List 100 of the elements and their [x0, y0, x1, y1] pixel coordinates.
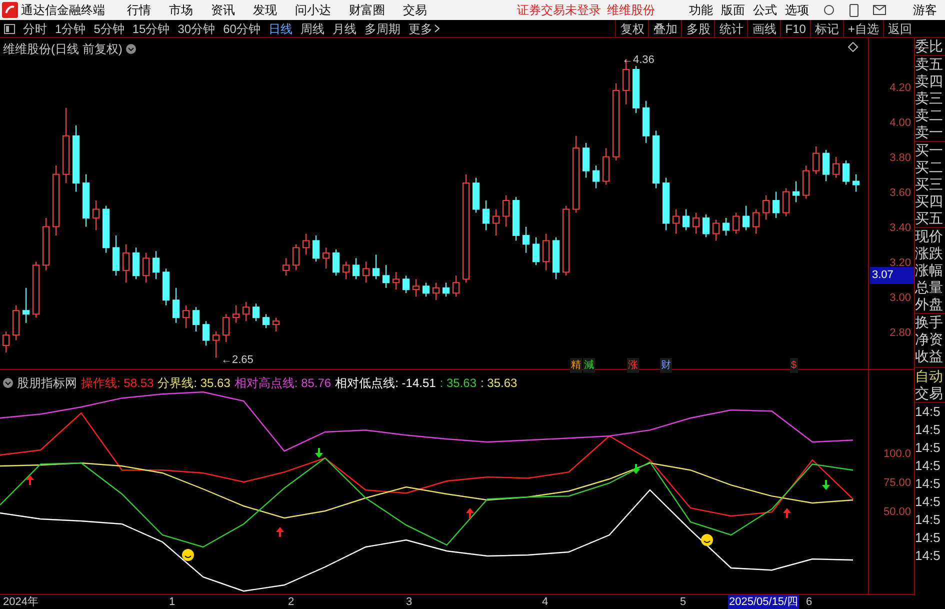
signal-marker: 财 — [660, 358, 672, 373]
candlestick — [182, 304, 190, 329]
toolbar-button[interactable]: 复权 — [615, 20, 648, 37]
candlestick — [362, 261, 370, 284]
toolbar-button[interactable]: 画线 — [747, 20, 780, 37]
trade-label: 交易 — [915, 385, 945, 403]
indicator-tick-label: 75.00 — [883, 476, 911, 492]
user-label[interactable]: 游客 — [913, 1, 937, 19]
candlestick — [542, 233, 550, 271]
menu-item[interactable]: 行情 — [127, 1, 151, 19]
legend-name: 操作线 — [81, 375, 117, 392]
candlestick — [772, 191, 780, 218]
candlestick — [732, 212, 740, 234]
toolbar-button[interactable]: 返回 — [883, 20, 916, 37]
app-logo-icon — [2, 2, 18, 18]
menu-item[interactable]: 发现 — [253, 1, 277, 19]
legend-value: : 35.63 — [194, 375, 230, 392]
trade-time: 14:5 — [915, 529, 942, 547]
candlestick — [292, 244, 300, 271]
panel-toggle-icon[interactable] — [4, 24, 15, 34]
stock-link[interactable]: 维维股份 — [607, 1, 655, 19]
candlestick — [532, 236, 540, 266]
candlestick — [782, 188, 790, 217]
period-tab[interactable]: 1分钟 — [51, 20, 90, 38]
date-label: 4 — [541, 595, 550, 609]
up-arrow-icon — [276, 527, 284, 537]
toolbar-button[interactable]: 统计 — [714, 20, 748, 37]
period-tab[interactable]: 30分钟 — [174, 20, 220, 38]
toolbar-button[interactable]: 标记 — [810, 20, 843, 37]
diamond-icon[interactable] — [848, 42, 858, 52]
quote-label: 买五 — [915, 210, 945, 228]
indicator-tick-label: 50.00 — [883, 505, 911, 520]
signal-marker: 減 — [583, 358, 595, 373]
quote-label: 换手 — [915, 314, 944, 331]
toolbar-button[interactable]: +自选 — [842, 20, 883, 37]
period-tab[interactable]: 分时 — [19, 20, 51, 38]
menu-item[interactable]: 交易 — [403, 1, 427, 19]
legend-value: : 35.63 — [480, 375, 518, 392]
legend-value: : -14.51 — [395, 375, 436, 392]
period-tab[interactable]: 多周期 — [360, 20, 404, 38]
quote-label: 买三 — [915, 176, 944, 193]
candlestick — [442, 282, 450, 298]
quote-label: 买二 — [915, 159, 944, 176]
down-arrow-icon — [632, 464, 640, 474]
candlestick — [352, 258, 360, 280]
period-tab[interactable]: 15分钟 — [128, 20, 174, 38]
chart-title: 维维股份(日线 前复权) — [3, 41, 122, 58]
candlestick — [852, 174, 860, 192]
price-tick-label: 3.60 — [890, 186, 911, 201]
toolbar-button[interactable]: 叠加 — [648, 20, 682, 37]
quote-label: 卖三 — [915, 90, 944, 107]
candlestick — [192, 306, 200, 332]
toolbar-button[interactable]: 多股 — [681, 20, 714, 37]
menu-item[interactable]: 版面 — [717, 1, 749, 19]
period-tab[interactable]: 周线 — [296, 20, 328, 38]
menu-item[interactable]: 选项 — [781, 1, 813, 19]
quote-label: 涨跌 — [915, 245, 944, 262]
menu-item[interactable]: 市场 — [169, 1, 193, 19]
quote-label: 卖二 — [915, 107, 944, 124]
candlestick — [412, 278, 420, 298]
dropdown-icon[interactable] — [126, 44, 136, 54]
candlestick — [372, 254, 380, 280]
trade-time: 14:5 — [915, 421, 942, 439]
candlestick — [522, 226, 530, 254]
candlestick — [722, 217, 730, 236]
price-tick-label: 4.00 — [890, 116, 911, 131]
period-tab[interactable]: 60分钟 — [219, 20, 264, 38]
period-tab[interactable]: 月线 — [328, 20, 360, 38]
candlestick — [842, 160, 850, 186]
quote-label: 卖四 — [915, 73, 944, 90]
candlestick — [22, 287, 30, 324]
quote-label: 买一 — [915, 142, 944, 159]
legend-name: 相对低点线 — [335, 375, 396, 392]
price-tick-label: 3.20 — [890, 256, 911, 270]
menu-item[interactable]: 资讯 — [211, 1, 235, 19]
date-label: 1 — [168, 595, 176, 609]
candlestick — [212, 331, 220, 358]
candlestick — [382, 264, 390, 288]
up-arrow-icon — [783, 508, 791, 518]
auto-label[interactable]: 自动 — [915, 367, 945, 385]
trade-time: 14:5 — [915, 511, 942, 529]
candlestick — [132, 247, 140, 280]
menu-item[interactable]: 财富圈 — [349, 1, 385, 19]
period-tab[interactable]: 日线 — [264, 20, 296, 38]
period-tab[interactable]: 5分钟 — [90, 20, 128, 38]
candlestick — [432, 282, 440, 301]
quote-label: 总量 — [915, 279, 944, 296]
menu-item[interactable]: 公式 — [749, 1, 781, 19]
phone-icon[interactable] — [849, 4, 859, 16]
dropdown-icon[interactable] — [3, 378, 13, 388]
candlestick — [692, 212, 700, 234]
indicator-name: 股朋指标网 — [17, 375, 77, 392]
toolbar-button[interactable]: F10 — [780, 20, 810, 37]
quote-label: 涨幅 — [915, 262, 944, 279]
low-price-label: ←2.65 — [221, 353, 254, 368]
trade-time: 14:5 — [915, 493, 942, 511]
period-tab[interactable]: 更多 — [404, 20, 444, 38]
menu-item[interactable]: 功能 — [685, 1, 717, 19]
mail-icon[interactable] — [873, 5, 886, 15]
menu-item[interactable]: 问小达 — [295, 1, 331, 19]
